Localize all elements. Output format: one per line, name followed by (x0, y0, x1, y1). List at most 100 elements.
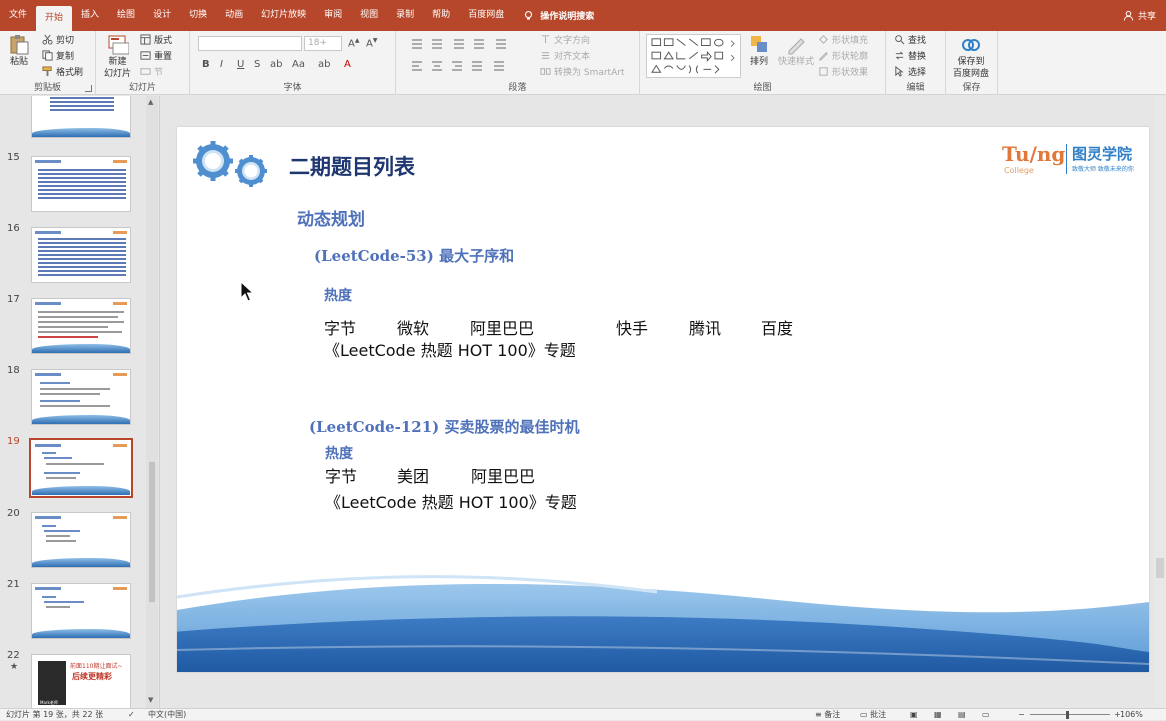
mouse-cursor-icon (240, 281, 254, 302)
new-slide-icon (108, 35, 129, 55)
tab-baidu[interactable]: 百度网盘 (459, 0, 513, 31)
tab-animations[interactable]: 动画 (216, 0, 252, 31)
zoom-out-icon[interactable]: − (1018, 709, 1025, 721)
change-case-icon[interactable]: Aa (292, 59, 305, 70)
section-heading: 动态规划 (297, 210, 365, 230)
clipboard-icon (10, 35, 29, 55)
italic-icon[interactable]: I (220, 59, 223, 70)
tab-design[interactable]: 设计 (144, 0, 180, 31)
replace-button[interactable]: 替换 (894, 49, 926, 62)
smartart-button[interactable]: 转换为 SmartArt (540, 65, 624, 78)
normal-view-icon[interactable]: ▣ (910, 709, 918, 721)
section-button[interactable]: 节 (140, 65, 163, 78)
text-direction-button[interactable]: 文字方向 (540, 33, 590, 46)
reset-button[interactable]: 重置 (140, 49, 172, 62)
shape-fill-button[interactable]: 形状填充 (818, 33, 868, 46)
format-painter-button[interactable]: 格式刷 (42, 65, 83, 78)
tab-transitions[interactable]: 切换 (180, 0, 216, 31)
quick-styles-label: 快速样式 (778, 57, 815, 67)
tab-help[interactable]: 帮助 (423, 0, 459, 31)
clipboard-group: 粘贴 剪切 复制 格式刷 剪贴板 (0, 31, 96, 95)
drawing-group: 排列 快速样式 形状填充 形状轮廓 形状效果 绘图 (640, 31, 886, 95)
logo-brand: Tu/ng (1002, 142, 1066, 166)
underline-icon[interactable]: U (237, 59, 244, 70)
tab-file[interactable]: 文件 (0, 0, 36, 31)
layout-label: 版式 (154, 36, 173, 46)
cut-button[interactable]: 剪切 (42, 33, 74, 46)
paintbrush-icon (42, 66, 52, 77)
paste-button[interactable]: 粘贴 (8, 33, 30, 67)
font-size-combo[interactable]: 18+ (304, 36, 342, 51)
share-button[interactable]: 共享 (1123, 0, 1156, 31)
new-slide-button[interactable]: 新建 幻灯片 (104, 33, 131, 79)
slide-scroll-thumb[interactable] (1156, 558, 1164, 578)
zoom-level[interactable]: 106% (1120, 709, 1143, 721)
shrink-font-icon[interactable]: A▼ (366, 37, 377, 49)
cursor-arrow-icon (895, 66, 904, 77)
slide-number: 15 (7, 152, 20, 163)
zoom-slider[interactable] (1030, 714, 1110, 715)
find-button[interactable]: 查找 (894, 33, 926, 46)
tell-me-label: 操作说明搜索 (540, 12, 595, 22)
problem-2-code: (LeetCode-121) (309, 418, 440, 436)
reading-view-icon[interactable]: ▤ (958, 709, 966, 721)
comments-button[interactable]: ▭ 批注 (860, 709, 886, 721)
cloud-icon (962, 39, 980, 51)
tab-view[interactable]: 视图 (351, 0, 387, 31)
thumb22-name: Mark老师 (40, 700, 58, 705)
grow-font-icon[interactable]: A▲ (348, 37, 359, 49)
alignment-icons[interactable] (410, 60, 530, 72)
tab-draw[interactable]: 绘图 (108, 0, 144, 31)
copy-label: 复制 (56, 52, 75, 62)
slideshow-icon[interactable]: ▭ (982, 709, 990, 721)
list-indent-icons[interactable] (410, 38, 530, 50)
slide-number: 21 (7, 579, 20, 590)
company-name: 阿里巴巴 (471, 467, 536, 486)
font-name-combo[interactable] (198, 36, 302, 51)
clipboard-launcher-icon[interactable] (85, 85, 92, 92)
section-label: 节 (154, 68, 164, 78)
shapes-gallery[interactable] (646, 34, 741, 78)
shape-effects-button[interactable]: 形状效果 (818, 65, 868, 78)
tab-insert[interactable]: 插入 (72, 0, 108, 31)
shape-fill-label: 形状填充 (832, 36, 869, 46)
slide-scrollbar[interactable] (1154, 96, 1166, 708)
font-color-icon[interactable]: A (344, 59, 351, 70)
quick-styles-icon (788, 38, 805, 55)
highlight-icon[interactable]: ab (318, 59, 330, 70)
strikethrough-icon[interactable]: S (254, 59, 260, 70)
problem-1-topic: 《LeetCode 热题 HOT 100》专题 (324, 341, 576, 360)
slide-info: 幻灯片 第 19 张，共 22 张 (6, 710, 104, 719)
arrange-icon (751, 36, 767, 52)
zoom-slider-thumb[interactable] (1066, 711, 1069, 719)
thumbnail-scroll-thumb[interactable] (149, 462, 155, 602)
language-indicator[interactable]: 中文(中国) (148, 709, 186, 721)
bold-icon[interactable]: B (202, 59, 210, 70)
layout-button[interactable]: 版式 (140, 33, 172, 46)
drawing-group-label: 绘图 (753, 83, 772, 93)
notes-button[interactable]: ≡ 备注 (815, 709, 840, 721)
layout-icon (140, 34, 151, 45)
current-slide[interactable]: 二期题目列表 Tu/ng College 图灵学院 致敬大师 致敬未来的你 动态… (177, 127, 1149, 672)
save-to-baidu-button[interactable]: 保存到 百度网盘 (953, 33, 989, 79)
select-button[interactable]: 选择 (894, 65, 926, 78)
quick-styles-button[interactable]: 快速样式 (778, 33, 814, 67)
save-label-1: 保存到 (957, 57, 985, 67)
slide-number: 16 (7, 223, 20, 234)
problem-1-name: 最大子序和 (439, 247, 515, 265)
spellcheck-icon[interactable]: ✓ (128, 709, 135, 721)
align-text-button[interactable]: 对齐文本 (540, 49, 590, 62)
tab-slideshow[interactable]: 幻灯片放映 (252, 0, 315, 31)
slide-sorter-icon[interactable]: ▦ (934, 709, 942, 721)
copy-button[interactable]: 复制 (42, 49, 74, 62)
shape-outline-button[interactable]: 形状轮廓 (818, 49, 868, 62)
tab-review[interactable]: 审阅 (315, 0, 351, 31)
format-painter-label: 格式刷 (56, 68, 84, 78)
tab-home[interactable]: 开始 (36, 6, 73, 31)
animation-star-icon: ★ (10, 662, 19, 672)
tab-record[interactable]: 录制 (387, 0, 423, 31)
thumbnail-scrollbar[interactable]: ▲ ▼ (146, 96, 158, 708)
arrange-button[interactable]: 排列 (748, 33, 770, 67)
tell-me-search[interactable]: 操作说明搜索 (523, 9, 594, 22)
char-spacing-icon[interactable]: ab (270, 59, 282, 70)
